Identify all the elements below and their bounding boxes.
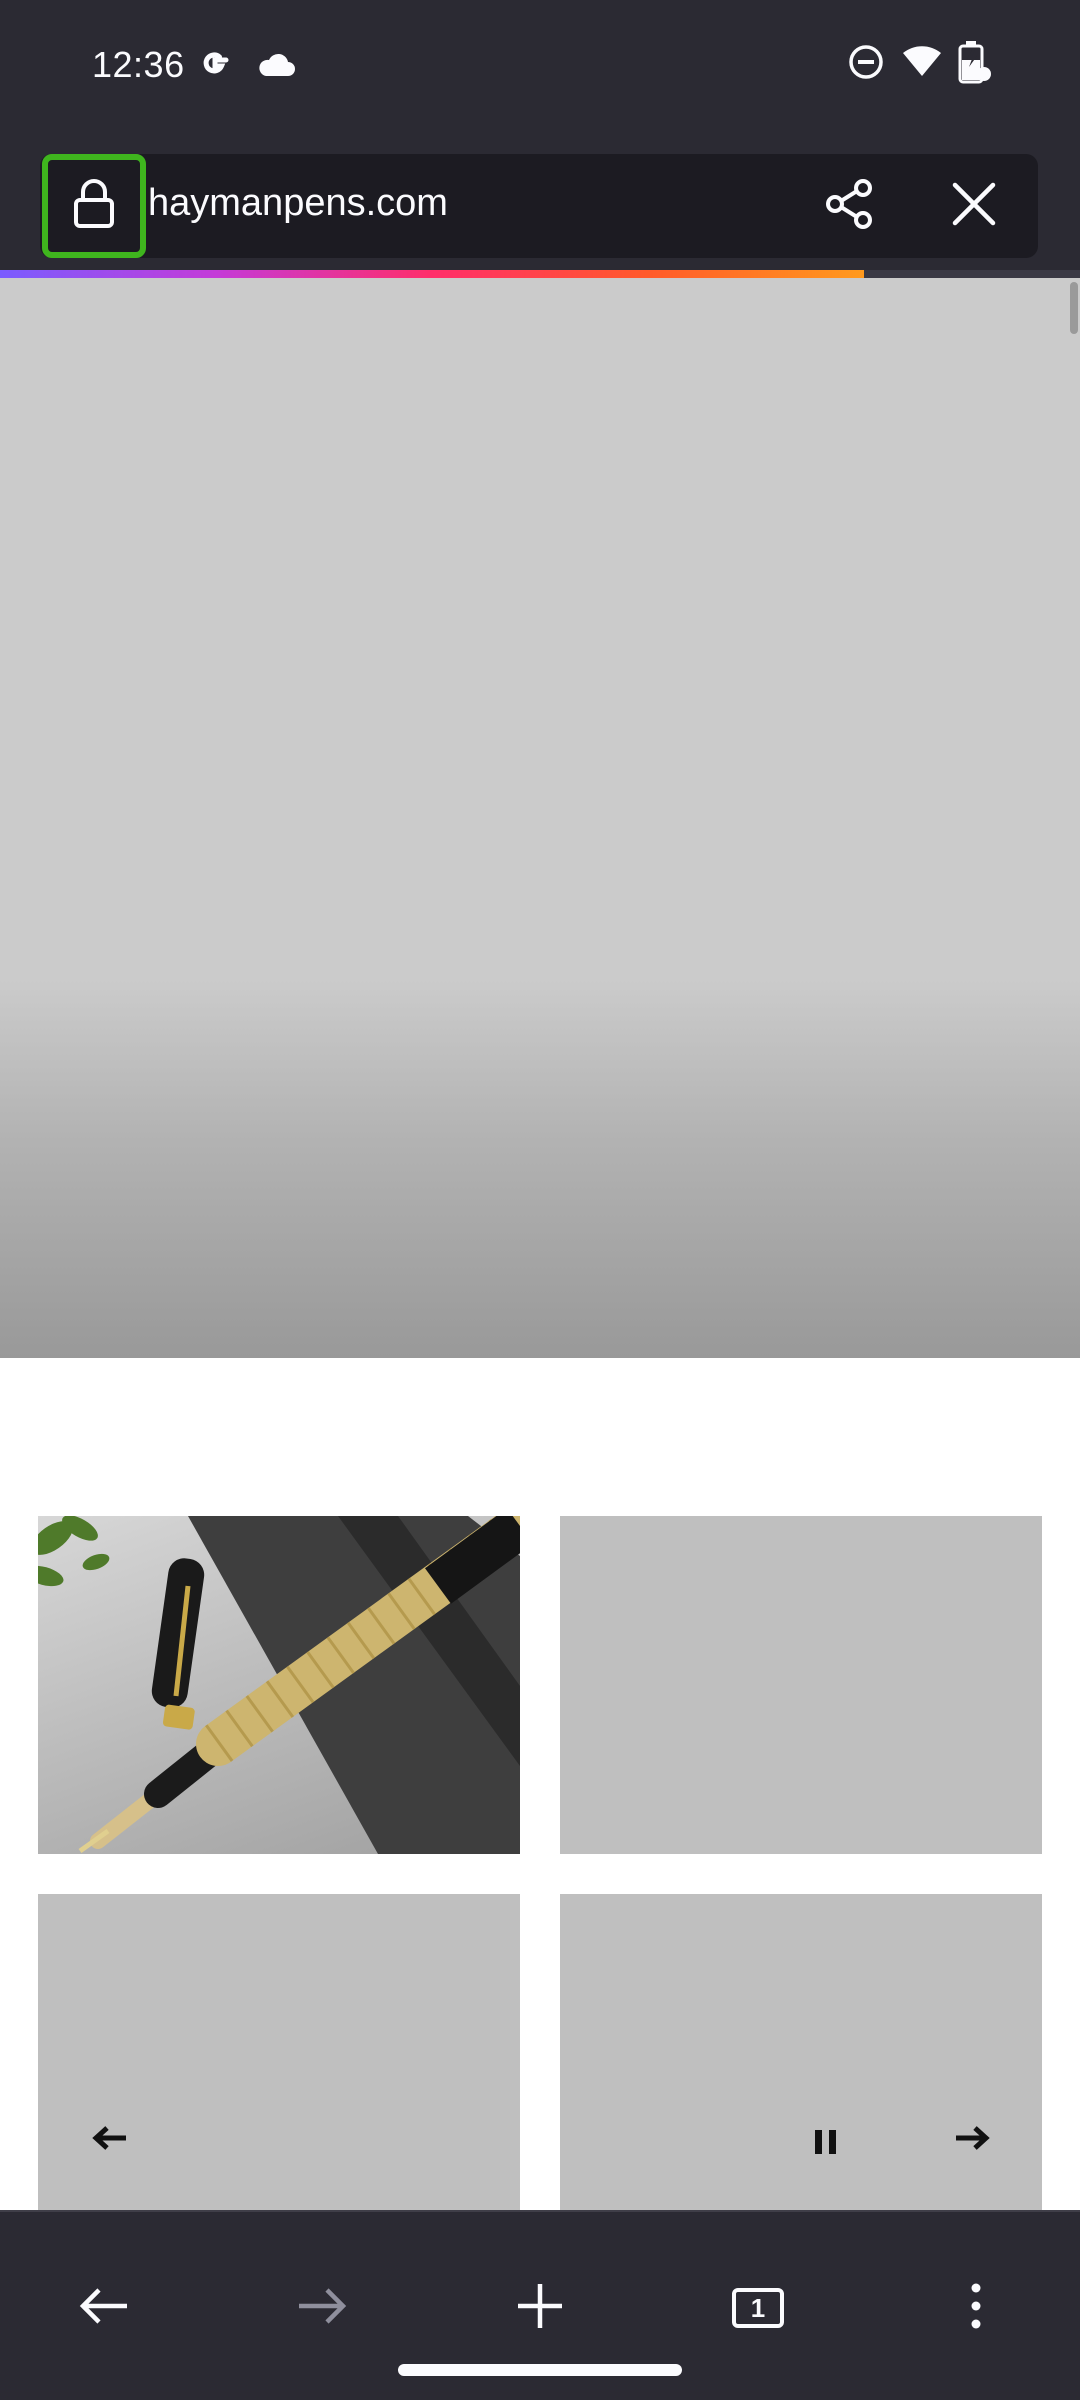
- web-page-content[interactable]: [0, 278, 1080, 2210]
- new-tab-button[interactable]: [500, 2268, 580, 2348]
- cloud-icon: [256, 50, 296, 83]
- tab-count-badge: 1: [732, 2288, 784, 2328]
- prev-arrow-icon: [92, 2124, 128, 2157]
- pen-photo: [38, 1516, 520, 1854]
- status-time: 12:36: [92, 44, 185, 85]
- site-security-button[interactable]: [42, 154, 146, 258]
- home-gesture-bar[interactable]: [398, 2364, 682, 2376]
- page-load-progress: [0, 270, 1080, 278]
- wifi-icon: [902, 44, 942, 83]
- pen-product-image[interactable]: [38, 1516, 520, 1854]
- slider-next-button[interactable]: [944, 2120, 1000, 2160]
- share-icon: [823, 177, 877, 236]
- back-button[interactable]: [64, 2268, 144, 2348]
- google-icon: [196, 44, 234, 87]
- hero-banner: [0, 278, 1080, 1358]
- lock-icon: [72, 178, 116, 235]
- next-arrow-icon: [954, 2124, 990, 2157]
- status-bar: 12:36: [0, 0, 1080, 136]
- tabs-button[interactable]: 1: [718, 2268, 798, 2348]
- slider-pause-button[interactable]: [804, 2124, 848, 2164]
- plus-icon: [516, 2282, 564, 2335]
- menu-button[interactable]: [936, 2268, 1016, 2348]
- product-tile-placeholder[interactable]: [560, 1516, 1042, 1854]
- page-scrollbar[interactable]: [1070, 282, 1078, 334]
- slider-prev-button[interactable]: [82, 2120, 138, 2160]
- battery-icon: [956, 40, 992, 89]
- page-load-progress-fill: [0, 270, 864, 278]
- forward-arrow-icon: [297, 2286, 347, 2331]
- share-button[interactable]: [818, 174, 882, 238]
- close-icon: [950, 180, 998, 233]
- browser-toolbar: haymanpens.com: [0, 136, 1080, 270]
- close-button[interactable]: [942, 174, 1006, 238]
- more-vertical-icon: [970, 2282, 982, 2335]
- product-tile-placeholder[interactable]: [38, 1894, 520, 2210]
- product-tile-placeholder[interactable]: [560, 1894, 1042, 2210]
- back-arrow-icon: [79, 2286, 129, 2331]
- forward-button[interactable]: [282, 2268, 362, 2348]
- browser-bottom-bar: 1: [0, 2210, 1080, 2400]
- do-not-disturb-icon: [848, 44, 884, 85]
- url-text[interactable]: haymanpens.com: [148, 182, 448, 225]
- pause-icon: [813, 2128, 839, 2161]
